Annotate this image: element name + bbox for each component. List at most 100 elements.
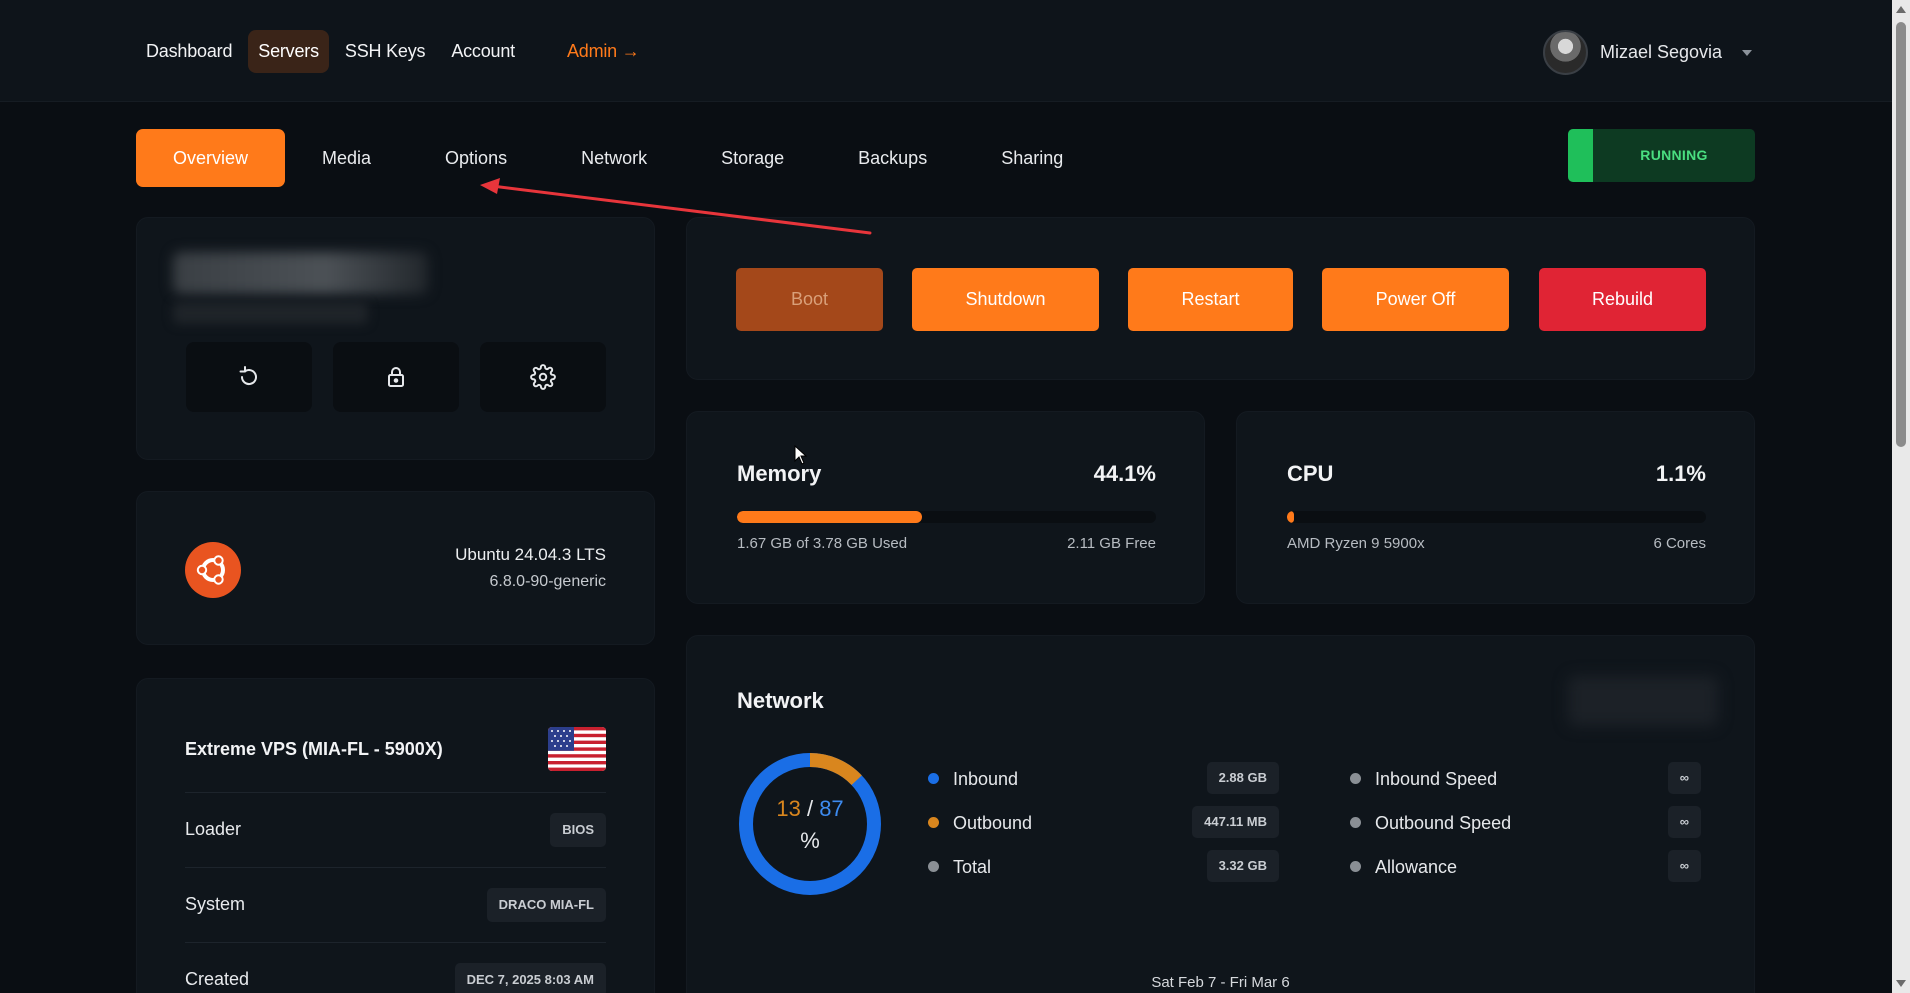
cpu-percent: 1.1%	[1655, 461, 1706, 486]
status-indicator	[1568, 129, 1593, 182]
legend-value: 3.32 GB	[1206, 850, 1279, 882]
reinstall-icon	[239, 366, 257, 386]
os-card: Ubuntu 24.04.3 LTS 6.8.0-90-generic	[136, 491, 655, 645]
memory-percent: 44.1%	[1093, 461, 1156, 486]
top-navbar: Dashboard Servers SSH Keys Account Admin…	[0, 0, 1892, 102]
memory-progress-fill	[737, 511, 922, 523]
server-ip-redacted	[173, 302, 368, 324]
power-actions-card: Boot Shutdown Restart Power Off Rebuild	[686, 217, 1755, 380]
network-date-range: Sat Feb 7 - Fri Mar 6	[1151, 974, 1290, 991]
scroll-down-icon[interactable]	[1896, 980, 1906, 987]
limit-value: ∞	[1667, 850, 1701, 882]
spec-value: DEC 7, 2025 8:03 AM	[454, 963, 606, 993]
nav-account[interactable]: Account	[441, 30, 525, 73]
spec-value: BIOS	[550, 813, 606, 847]
memory-card: Memory 44.1% 1.67 GB of 3.78 GB Used 2.1…	[686, 411, 1205, 604]
memory-free: 2.11 GB Free	[1067, 535, 1156, 552]
legend-outbound: Outbound 447.11 MB	[928, 806, 1279, 840]
tab-backups[interactable]: Backups	[821, 129, 964, 187]
tab-storage[interactable]: Storage	[684, 129, 821, 187]
avatar[interactable]	[1543, 30, 1588, 75]
donut-separator: /	[806, 796, 814, 821]
page-scrollbar[interactable]	[1892, 0, 1910, 993]
user-menu[interactable]: Mizael Segovia	[1543, 30, 1753, 75]
limit-name: Outbound Speed	[1375, 813, 1512, 833]
server-tabs: Overview Media Options Network Storage B…	[136, 129, 1100, 187]
server-name-redacted	[173, 252, 428, 294]
memory-title: Memory	[737, 461, 822, 486]
lock-icon	[388, 367, 404, 387]
legend-total: Total 3.32 GB	[928, 850, 1279, 884]
spec-value: DRACO MIA-FL	[486, 888, 606, 922]
tab-media[interactable]: Media	[285, 129, 408, 187]
nav-servers[interactable]: Servers	[248, 30, 329, 73]
network-selector-redacted	[1568, 676, 1718, 726]
status-label: RUNNING	[1640, 147, 1708, 163]
outbound-percent: 13	[776, 796, 801, 821]
rebuild-button[interactable]: Rebuild	[1539, 268, 1706, 331]
power-off-button[interactable]: Power Off	[1322, 268, 1509, 331]
mouse-cursor-icon	[794, 445, 808, 465]
cpu-title: CPU	[1287, 461, 1334, 486]
limit-dot	[1350, 773, 1361, 784]
shutdown-button[interactable]: Shutdown	[912, 268, 1099, 331]
scroll-thumb[interactable]	[1896, 22, 1906, 447]
spec-row-system: System DRACO MIA-FL	[185, 867, 606, 941]
user-name: Mizael Segovia	[1600, 42, 1723, 62]
limit-name: Inbound Speed	[1375, 769, 1498, 789]
chevron-down-icon[interactable]	[1742, 49, 1753, 56]
nav-ssh-keys[interactable]: SSH Keys	[335, 30, 435, 73]
limit-outbound-speed: Outbound Speed ∞	[1350, 806, 1701, 840]
tab-sharing[interactable]: Sharing	[964, 129, 1100, 187]
spec-row-loader: Loader BIOS	[185, 792, 606, 866]
cpu-progress-fill	[1287, 511, 1294, 523]
plan-title: Extreme VPS (MIA-FL - 5900X)	[185, 739, 443, 759]
scroll-up-icon[interactable]	[1896, 6, 1906, 13]
total-dot	[928, 861, 939, 872]
legend-value: 2.88 GB	[1206, 762, 1279, 794]
inbound-percent: 87	[819, 796, 844, 821]
reinstall-button[interactable]	[186, 342, 312, 412]
legend-value: 447.11 MB	[1192, 806, 1279, 838]
outbound-dot	[928, 817, 939, 828]
network-card: Network 13 / 87 % Inbound 2.88 GB Outbou…	[686, 635, 1755, 993]
donut-label: 13 / 87	[737, 796, 883, 822]
page: Dashboard Servers SSH Keys Account Admin…	[0, 0, 1910, 993]
os-name: Ubuntu 24.04.3 LTS	[455, 545, 606, 564]
nav-admin[interactable]: Admin →	[557, 30, 650, 73]
tab-network[interactable]: Network	[544, 129, 684, 187]
limit-name: Allowance	[1375, 857, 1458, 877]
lock-button[interactable]	[333, 342, 459, 412]
memory-progress-track	[737, 511, 1156, 523]
legend-name: Outbound	[953, 813, 1033, 833]
limit-dot	[1350, 817, 1361, 828]
cpu-progress-track	[1287, 511, 1706, 523]
ubuntu-logo-mark	[196, 555, 225, 585]
spec-key: Created	[185, 969, 250, 989]
spec-key: System	[185, 894, 246, 914]
us-flag-icon	[548, 727, 606, 771]
restart-button[interactable]: Restart	[1128, 268, 1293, 331]
tab-options[interactable]: Options	[408, 129, 544, 187]
settings-button[interactable]	[480, 342, 606, 412]
limit-inbound-speed: Inbound Speed ∞	[1350, 762, 1701, 796]
legend-name: Total	[953, 857, 992, 877]
inbound-dot	[928, 773, 939, 784]
boot-button[interactable]: Boot	[736, 268, 883, 331]
tab-overview[interactable]: Overview	[136, 129, 286, 187]
network-donut-chart	[739, 753, 881, 895]
cpu-model: AMD Ryzen 9 5900x	[1287, 535, 1425, 552]
ubuntu-icon	[185, 542, 241, 598]
gear-icon	[530, 364, 556, 390]
memory-used: 1.67 GB of 3.78 GB Used	[737, 535, 908, 552]
legend-name: Inbound	[953, 769, 1019, 789]
spec-key: Loader	[185, 819, 242, 839]
legend-inbound: Inbound 2.88 GB	[928, 762, 1279, 796]
os-kernel: 6.8.0-90-generic	[489, 573, 606, 590]
limit-allowance: Allowance ∞	[1350, 850, 1701, 884]
status-badge: RUNNING	[1568, 129, 1755, 182]
flag-graphic	[548, 727, 606, 771]
cpu-card: CPU 1.1% AMD Ryzen 9 5900x 6 Cores	[1236, 411, 1755, 604]
nav-dashboard[interactable]: Dashboard	[136, 30, 242, 73]
limit-dot	[1350, 861, 1361, 872]
